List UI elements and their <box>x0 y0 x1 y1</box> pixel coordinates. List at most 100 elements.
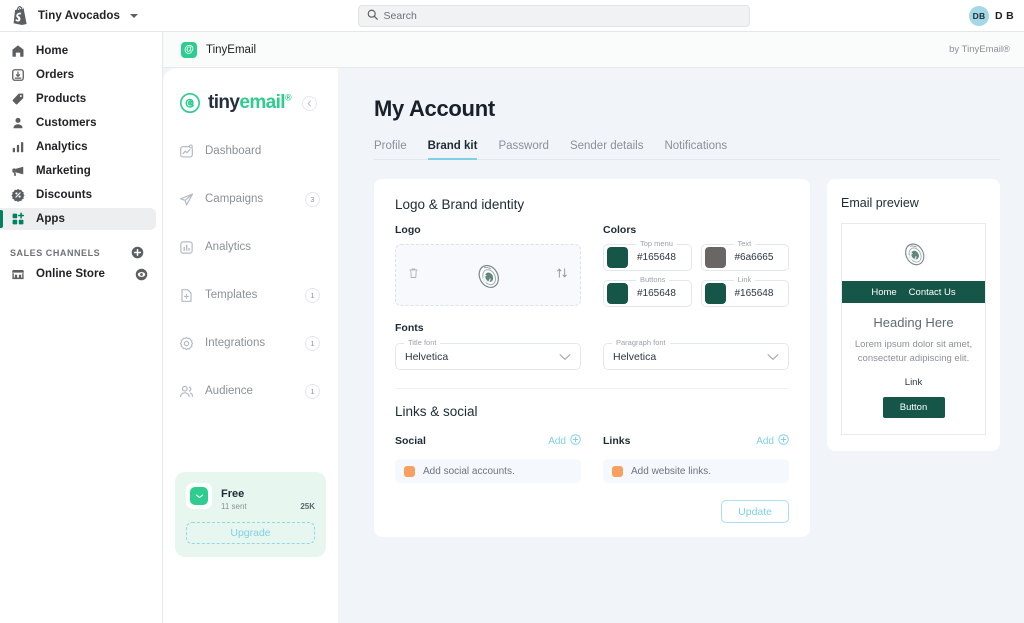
sidebar-item-marketing[interactable]: Marketing <box>0 160 156 182</box>
nav-item-dashboard[interactable]: Dashboard <box>175 140 326 162</box>
nav-item-label: Campaigns <box>205 193 264 205</box>
color-value: #165648 <box>637 252 676 263</box>
store-name: Tiny Avocados <box>38 9 121 22</box>
chevron-down-icon <box>559 348 571 366</box>
nav-badge: 1 <box>305 287 320 303</box>
preview-link[interactable]: Link <box>854 377 973 388</box>
links-empty-row[interactable]: Add website links. <box>603 459 789 483</box>
logo-dropzone[interactable] <box>395 244 581 306</box>
add-channel-icon[interactable] <box>131 246 144 259</box>
social-header: Social Add <box>395 432 581 450</box>
preview-menu-contact[interactable]: Contact Us <box>909 287 956 298</box>
chevron-down-icon <box>130 13 139 18</box>
dashboard-icon <box>179 144 194 159</box>
fonts-block: Fonts Title font Helvetica Paragraph fon… <box>395 322 789 370</box>
sidebar-item-label: Online Store <box>36 268 105 280</box>
preview-menu-home[interactable]: Home <box>871 287 896 298</box>
color-field-link[interactable]: Link #165648 <box>700 275 789 307</box>
sidebar-item-label: Analytics <box>36 141 88 153</box>
email-preview-frame: Home Contact Us Heading Here Lorem ipsum… <box>841 223 986 435</box>
links-social-row: Social Add Add social accounts. Links Ad… <box>395 421 789 483</box>
tinyemail-wordmark: tinyemail® <box>208 92 292 114</box>
color-chip[interactable] <box>704 247 726 268</box>
color-field-buttons[interactable]: Buttons #165648 <box>603 275 692 307</box>
plan-summary: Free 11 sent 25K <box>186 483 315 511</box>
update-row: Update <box>395 500 789 523</box>
tab-notifications[interactable]: Notifications <box>664 140 727 159</box>
color-chip[interactable] <box>607 247 628 268</box>
sidebar-item-home[interactable]: Home <box>0 40 156 62</box>
sidebar-item-label: Apps <box>36 213 65 225</box>
campaigns-send-icon <box>179 192 194 207</box>
paragraph-font-column: Paragraph font Helvetica <box>603 334 789 370</box>
plus-circle-icon <box>570 432 581 450</box>
main-content: My Account Profile Brand kit Password Se… <box>338 68 1024 623</box>
sidebar-item-online-store[interactable]: Online Store <box>0 263 156 285</box>
email-preview-title: Email preview <box>841 196 919 210</box>
paragraph-font-select[interactable]: Paragraph font Helvetica <box>603 338 789 370</box>
sidebar-item-customers[interactable]: Customers <box>0 112 156 134</box>
links-placeholder-icon <box>612 465 623 477</box>
eye-icon[interactable] <box>134 267 148 281</box>
paragraph-font-value: Helvetica <box>613 350 657 363</box>
audience-people-icon <box>179 384 194 399</box>
search-placeholder: Search <box>383 9 417 22</box>
update-button[interactable]: Update <box>721 500 789 523</box>
color-chip[interactable] <box>607 283 628 304</box>
app-header-bar: @ TinyEmail by TinyEmail® <box>163 32 1024 68</box>
user-menu[interactable]: DB D B <box>969 5 1014 26</box>
sidebar-item-orders[interactable]: Orders <box>0 64 156 86</box>
nav-item-analytics[interactable]: Analytics <box>175 236 326 258</box>
social-empty-text: Add social accounts. <box>423 465 515 477</box>
brand-identity-title: Logo & Brand identity <box>395 197 525 212</box>
brand-kit-card: Logo & Brand identity Logo Colors Top me… <box>374 179 810 537</box>
add-link-button[interactable]: Add <box>756 432 789 450</box>
tab-password[interactable]: Password <box>498 140 549 159</box>
title-font-select[interactable]: Title font Helvetica <box>395 338 581 370</box>
preview-menu: Home Contact Us <box>842 281 985 303</box>
chevron-left-icon[interactable] <box>302 95 318 111</box>
tab-profile[interactable]: Profile <box>374 140 407 159</box>
color-swatch-grid: Top menu #165648 Text #6a6665 Buttons #1… <box>603 239 789 307</box>
nav-item-integrations[interactable]: Integrations 1 <box>175 332 326 354</box>
color-field-text[interactable]: Text #6a6665 <box>700 239 789 271</box>
colors-column: Colors Top menu #165648 Text #6a6665 But… <box>603 224 789 307</box>
sidebar-item-products[interactable]: Products <box>0 88 156 110</box>
color-caption: Text <box>733 239 756 248</box>
account-tabs: Profile Brand kit Password Sender detail… <box>374 140 1000 160</box>
color-caption: Buttons <box>636 275 670 284</box>
user-name: D B <box>995 9 1014 22</box>
color-chip[interactable] <box>704 283 726 304</box>
color-value: #6a6665 <box>734 252 774 263</box>
nav-item-audience[interactable]: Audience 1 <box>175 380 326 402</box>
nav-item-campaigns[interactable]: Campaigns 3 <box>175 188 326 210</box>
preview-button[interactable]: Button <box>882 396 945 418</box>
plan-cap: 25K <box>300 502 315 511</box>
preview-body: Heading Here Lorem ipsum dolor sit amet,… <box>842 303 985 434</box>
logo-colors-row: Logo Colors Top menu #165648 Text #6a666… <box>395 224 789 307</box>
orders-icon <box>10 67 26 83</box>
content-columns: Logo & Brand identity Logo Colors Top me… <box>374 179 1000 537</box>
color-field-top-menu[interactable]: Top menu #165648 <box>603 239 692 271</box>
tab-sender-details[interactable]: Sender details <box>570 140 644 159</box>
nav-item-templates[interactable]: Templates 1 <box>175 284 326 306</box>
sidebar-item-label: Customers <box>36 117 97 129</box>
upgrade-button[interactable]: Upgrade <box>186 522 315 544</box>
tinyemail-app-icon: @ <box>181 41 197 58</box>
section-divider <box>395 388 789 389</box>
social-empty-row[interactable]: Add social accounts. <box>395 459 581 483</box>
wordmark-email: email <box>239 92 285 113</box>
logo-preview-image <box>396 257 580 293</box>
search-input[interactable]: Search <box>357 4 750 27</box>
add-social-button[interactable]: Add <box>548 432 581 450</box>
sidebar-item-discounts[interactable]: Discounts <box>0 184 156 206</box>
sidebar-item-analytics[interactable]: Analytics <box>0 136 156 158</box>
shopify-sidebar: Home Orders Products Customers Analytics… <box>0 32 163 623</box>
store-switcher[interactable]: Tiny Avocados <box>10 6 139 26</box>
sidebar-item-apps[interactable]: Apps <box>0 208 156 230</box>
analytics-bars-icon <box>10 139 26 155</box>
plan-info: Free 11 sent 25K <box>221 483 315 511</box>
plus-circle-icon <box>778 432 789 450</box>
tab-brand-kit[interactable]: Brand kit <box>427 140 477 160</box>
sidebar-item-label: Orders <box>36 69 75 81</box>
